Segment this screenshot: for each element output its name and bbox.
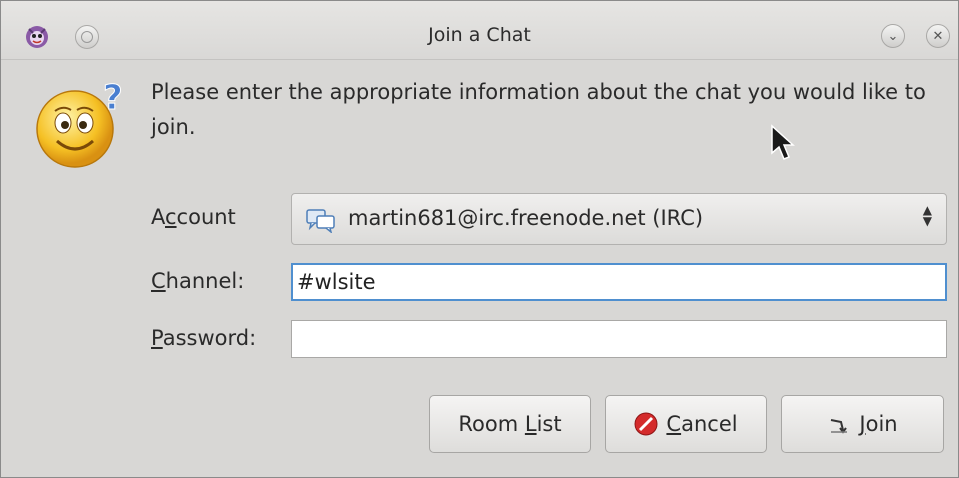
account-select-value: martin681@irc.freenode.net (IRC)	[348, 206, 704, 230]
minimize-button[interactable]: ⌄	[881, 24, 905, 48]
account-select[interactable]: martin681@irc.freenode.net (IRC) ▲ ▼	[291, 193, 947, 245]
close-icon: ✕	[932, 28, 944, 44]
title-bar[interactable]: Join a Chat ⌄ ✕	[1, 1, 958, 60]
dialog-message: Please enter the appropriate information…	[151, 80, 926, 139]
join-button[interactable]: Join	[781, 395, 944, 453]
account-label: Account	[151, 205, 236, 229]
channel-input[interactable]	[293, 265, 945, 299]
cancel-label: Cancel	[666, 412, 738, 436]
chat-bubbles-icon	[306, 209, 335, 233]
chevron-down-icon: ⌄	[887, 28, 899, 44]
channel-input-box[interactable]	[291, 263, 947, 301]
cancel-button[interactable]: Cancel	[605, 395, 767, 453]
close-button[interactable]: ✕	[926, 24, 950, 48]
password-input-box[interactable]	[291, 320, 947, 358]
password-label: Password:	[151, 326, 257, 350]
room-list-button[interactable]: Room List	[429, 395, 591, 453]
svg-text:?: ?	[103, 78, 123, 118]
mouse-pointer-icon	[771, 124, 795, 160]
stop-icon	[634, 412, 658, 436]
window-title: Join a Chat	[428, 24, 531, 46]
updown-arrow-icon: ▲ ▼	[922, 203, 932, 228]
join-chat-dialog: Join a Chat ⌄ ✕ ? Please enter the appro…	[0, 0, 959, 478]
question-smiley-icon: ?	[36, 78, 123, 168]
channel-label: Channel:	[151, 269, 245, 293]
join-arrow-icon	[831, 419, 848, 434]
join-label: Join	[859, 412, 898, 436]
password-input[interactable]	[292, 321, 946, 357]
room-list-label: Room List	[458, 412, 562, 436]
